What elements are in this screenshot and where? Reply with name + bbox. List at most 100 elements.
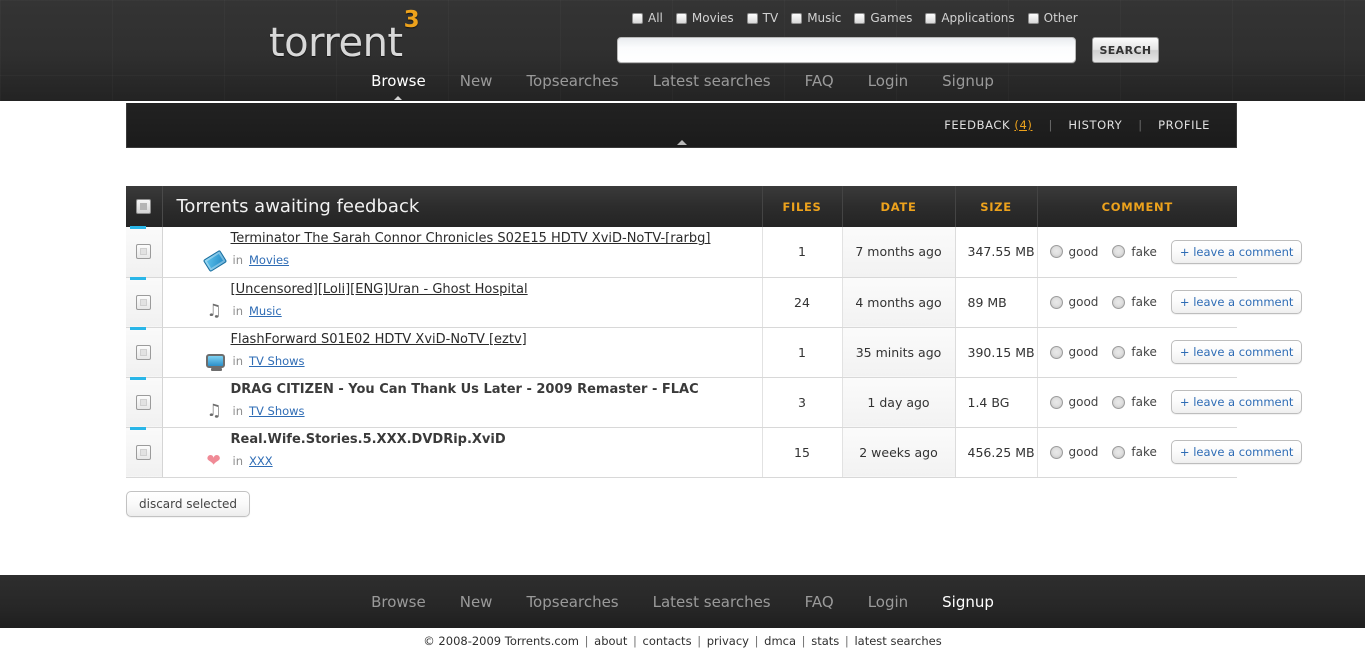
checkbox-icon[interactable] — [791, 13, 802, 24]
fake-radio[interactable] — [1112, 296, 1125, 309]
footer-link-dmca[interactable]: dmca — [764, 634, 796, 648]
category-label: Music — [807, 11, 841, 25]
fake-radio[interactable] — [1112, 446, 1125, 459]
row-checkbox[interactable] — [136, 244, 151, 259]
film-icon — [202, 250, 226, 272]
category-checkbox-tv[interactable]: TV — [747, 11, 779, 25]
category-checkbox-music[interactable]: Music — [791, 11, 841, 25]
discard-selected-button[interactable]: discard selected — [126, 491, 250, 517]
torrent-name-link[interactable]: Terminator The Sarah Connor Chronicles S… — [231, 231, 762, 246]
category-link[interactable]: Movies — [249, 253, 289, 267]
fake-radio[interactable] — [1112, 396, 1125, 409]
footer-nav-item-login[interactable]: Login — [851, 593, 925, 611]
footer-nav-item-latest-searches[interactable]: Latest searches — [636, 593, 788, 611]
checkbox-icon[interactable] — [854, 13, 865, 24]
fake-radio[interactable] — [1112, 245, 1125, 258]
files-count: 1 — [762, 227, 842, 277]
footer-link-privacy[interactable]: privacy — [707, 634, 749, 648]
row-select-cell[interactable] — [126, 427, 162, 477]
category-icon-wrap: ❤ — [205, 451, 227, 471]
row-checkbox[interactable] — [136, 295, 151, 310]
profile-link[interactable]: PROFILE — [1158, 118, 1210, 132]
logo-text: torrent — [269, 20, 403, 66]
table-row: Terminator The Sarah Connor Chronicles S… — [126, 227, 1237, 277]
category-link[interactable]: XXX — [249, 454, 273, 468]
checkbox-icon[interactable] — [747, 13, 758, 24]
torrent-name-link[interactable]: Real.Wife.Stories.5.XXX.DVDRip.XviD — [231, 432, 762, 447]
search-button[interactable]: SEARCH — [1092, 37, 1159, 63]
feedback-link[interactable]: FEEDBACK (4) — [944, 118, 1032, 132]
nav-item-faq[interactable]: FAQ — [788, 72, 851, 90]
footer-nav-item-browse[interactable]: Browse — [354, 593, 443, 611]
good-radio[interactable] — [1050, 446, 1063, 459]
footer-link-about[interactable]: about — [594, 634, 627, 648]
row-select-cell[interactable] — [126, 377, 162, 427]
footer-link-separator: | — [579, 634, 594, 648]
date-value: 2 weeks ago — [842, 427, 955, 477]
in-label: in — [233, 304, 243, 318]
torrent-name-link[interactable]: [Uncensored][Loli][ENG]Uran - Ghost Hosp… — [231, 282, 762, 297]
good-radio[interactable] — [1050, 396, 1063, 409]
footer-link-stats[interactable]: stats — [811, 634, 839, 648]
nav-item-latest-searches[interactable]: Latest searches — [636, 72, 788, 90]
footer-link-latest-searches[interactable]: latest searches — [854, 634, 941, 648]
category-checkbox-other[interactable]: Other — [1028, 11, 1078, 25]
category-link[interactable]: Music — [249, 304, 282, 318]
footer-link-contacts[interactable]: contacts — [643, 634, 692, 648]
fake-radio[interactable] — [1112, 346, 1125, 359]
search-input[interactable] — [617, 37, 1076, 63]
good-radio[interactable] — [1050, 346, 1063, 359]
history-link[interactable]: HISTORY — [1068, 118, 1122, 132]
checkbox-icon[interactable] — [1028, 13, 1039, 24]
select-all-header[interactable] — [126, 186, 162, 227]
nav-item-topsearches[interactable]: Topsearches — [509, 72, 635, 90]
footer-nav-item-new[interactable]: New — [443, 593, 510, 611]
select-all-checkbox[interactable] — [136, 199, 151, 214]
row-select-cell[interactable] — [126, 227, 162, 277]
column-header-size[interactable]: SIZE — [955, 186, 1037, 227]
good-radio[interactable] — [1050, 245, 1063, 258]
files-count: 15 — [762, 427, 842, 477]
row-select-cell[interactable] — [126, 277, 162, 327]
footer-nav-item-faq[interactable]: FAQ — [788, 593, 851, 611]
good-radio[interactable] — [1050, 296, 1063, 309]
category-checkbox-games[interactable]: Games — [854, 11, 912, 25]
row-checkbox[interactable] — [136, 445, 151, 460]
category-link[interactable]: TV Shows — [249, 404, 305, 418]
nav-item-signup[interactable]: Signup — [925, 72, 1011, 90]
leave-comment-button[interactable]: + leave a comment — [1171, 340, 1302, 364]
footer-nav-item-topsearches[interactable]: Topsearches — [509, 593, 635, 611]
nav-item-login[interactable]: Login — [851, 72, 925, 90]
category-checkbox-movies[interactable]: Movies — [676, 11, 734, 25]
column-header-date[interactable]: DATE — [842, 186, 955, 227]
leave-comment-button[interactable]: + leave a comment — [1171, 390, 1302, 414]
row-checkbox[interactable] — [136, 345, 151, 360]
checkbox-icon[interactable] — [632, 13, 643, 24]
category-checkbox-all[interactable]: All — [632, 11, 663, 25]
column-header-files[interactable]: FILES — [762, 186, 842, 227]
footer-nav-item-signup[interactable]: Signup — [925, 593, 1011, 611]
account-subbar: FEEDBACK (4) | HISTORY | PROFILE — [126, 103, 1237, 148]
site-logo[interactable]: torrent3 — [269, 20, 419, 66]
collapse-caret-icon[interactable] — [677, 140, 687, 145]
in-label: in — [233, 253, 243, 267]
category-link[interactable]: TV Shows — [249, 354, 305, 368]
category-checkbox-applications[interactable]: Applications — [925, 11, 1014, 25]
row-checkbox[interactable] — [136, 395, 151, 410]
torrent-title-cell: Real.Wife.Stories.5.XXX.DVDRip.XviD ❤ in XX… — [162, 427, 762, 477]
leave-comment-button[interactable]: + leave a comment — [1171, 290, 1302, 314]
in-label: in — [233, 404, 243, 418]
comment-cell: goodfake+ leave a comment — [1037, 227, 1237, 277]
column-header-comment[interactable]: COMMENT — [1037, 186, 1237, 227]
torrent-category-row: inTV Shows — [177, 351, 762, 371]
row-select-cell[interactable] — [126, 327, 162, 377]
nav-item-new[interactable]: New — [443, 72, 510, 90]
leave-comment-button[interactable]: + leave a comment — [1171, 440, 1302, 464]
nav-item-browse[interactable]: Browse — [354, 72, 443, 90]
checkbox-icon[interactable] — [925, 13, 936, 24]
torrent-name-link[interactable]: DRAG CITIZEN - You Can Thank Us Later - … — [231, 382, 762, 397]
torrent-name-link[interactable]: FlashForward S01E02 HDTV XviD-NoTV [eztv… — [231, 332, 762, 347]
checkbox-icon[interactable] — [676, 13, 687, 24]
in-label: in — [233, 454, 243, 468]
leave-comment-button[interactable]: + leave a comment — [1171, 240, 1302, 264]
